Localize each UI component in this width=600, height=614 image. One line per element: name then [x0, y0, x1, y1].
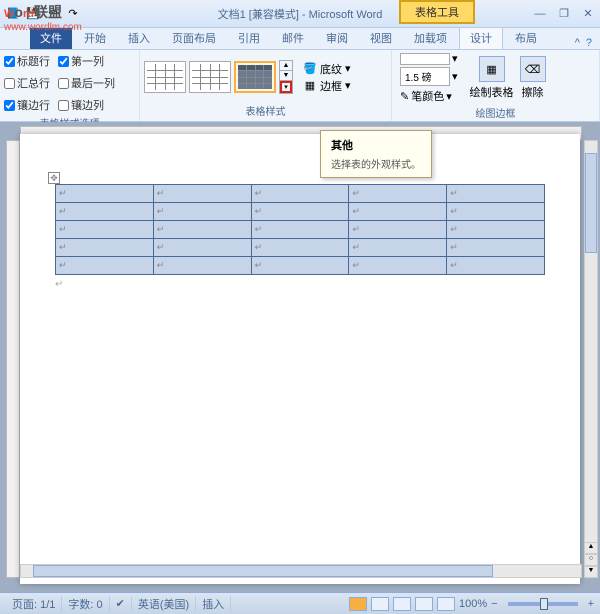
status-insert-mode[interactable]: 插入: [196, 596, 231, 612]
watermark-url: www.wordlm.com: [4, 22, 82, 33]
view-full-screen[interactable]: [371, 597, 389, 611]
document-area: ✥ ↵↵↵↵↵ ↵↵↵↵↵ ↵↵↵↵↵ ↵↵↵↵↵ ↵↵↵↵↵ ↵ ▲ ○ ▼: [0, 122, 600, 592]
tooltip-title: 其他: [331, 137, 421, 153]
ribbon-tabs: 文件 开始 插入 页面布局 引用 邮件 审阅 视图 加载项 设计 布局 ^ ?: [0, 28, 600, 50]
statusbar: 页面: 1/1 字数: 0 ✔ 英语(美国) 插入 100% − +: [0, 592, 600, 614]
ribbon-minimize-icon[interactable]: ^: [575, 37, 580, 49]
table-move-handle[interactable]: ✥: [48, 172, 60, 184]
line-style-select[interactable]: [400, 53, 450, 65]
borders-icon: ▦: [303, 79, 317, 93]
tab-page-layout[interactable]: 页面布局: [162, 27, 226, 49]
chevron-down-icon: ▾: [452, 70, 458, 83]
check-first-col[interactable]: 第一列: [58, 52, 104, 70]
window-title: 文档1 [兼容模式] - Microsoft Word: [218, 6, 383, 22]
chevron-down-icon: ▾: [345, 62, 351, 75]
tab-mailings[interactable]: 邮件: [272, 27, 314, 49]
borders-button[interactable]: ▦边框▾: [303, 78, 351, 94]
check-header-row[interactable]: 标题行: [4, 52, 50, 70]
view-draft[interactable]: [437, 597, 455, 611]
ruler-vertical[interactable]: [6, 140, 20, 578]
status-page[interactable]: 页面: 1/1: [6, 596, 62, 612]
table-row: ↵↵↵↵↵: [56, 221, 545, 239]
view-web-layout[interactable]: [393, 597, 411, 611]
browse-object-icon[interactable]: ○: [584, 554, 598, 566]
zoom-in-icon[interactable]: +: [588, 598, 594, 610]
document-table[interactable]: ↵↵↵↵↵ ↵↵↵↵↵ ↵↵↵↵↵ ↵↵↵↵↵ ↵↵↵↵↵: [55, 184, 545, 275]
chevron-down-icon: ▾: [452, 52, 458, 65]
table-style-3[interactable]: [234, 61, 276, 93]
page[interactable]: ✥ ↵↵↵↵↵ ↵↵↵↵↵ ↵↵↵↵↵ ↵↵↵↵↵ ↵↵↵↵↵ ↵: [20, 134, 580, 584]
ribbon: 标题行 第一列 汇总行 最后一列 镶边行 镶边列 表格样式选项 ▲ ▼: [0, 50, 600, 122]
tab-review[interactable]: 审阅: [316, 27, 358, 49]
scrollbar-vertical[interactable]: [584, 140, 598, 562]
zoom-out-icon[interactable]: −: [491, 598, 497, 610]
table-row: ↵↵↵↵↵: [56, 257, 545, 275]
table-row: ↵↵↵↵↵: [56, 239, 545, 257]
tooltip-desc: 选择表的外观样式。: [331, 156, 421, 171]
draw-table-button[interactable]: ▦绘制表格: [470, 56, 514, 100]
watermark-brand: Word联盟: [4, 2, 82, 22]
close-icon[interactable]: ✕: [580, 7, 596, 21]
table-row: ↵↵↵↵↵: [56, 185, 545, 203]
paragraph-mark: ↵: [55, 279, 545, 290]
table-style-2[interactable]: [189, 61, 231, 93]
zoom-level[interactable]: 100%: [459, 598, 487, 610]
eraser-icon: ⌫: [520, 56, 546, 82]
browse-next-icon[interactable]: ▼: [584, 566, 598, 578]
status-language[interactable]: 英语(美国): [132, 596, 196, 612]
group-table-styles: 表格样式: [144, 102, 387, 119]
table-style-1[interactable]: [144, 61, 186, 93]
tab-layout[interactable]: 布局: [505, 27, 547, 49]
tab-design[interactable]: 设计: [459, 25, 503, 49]
tooltip: 其他 选择表的外观样式。: [320, 130, 432, 178]
table-style-gallery: ▲ ▼ ▾: [144, 60, 293, 94]
status-spellcheck-icon[interactable]: ✔: [110, 597, 132, 610]
tab-addins[interactable]: 加载项: [404, 27, 457, 49]
chevron-down-icon: ▾: [345, 79, 351, 92]
line-weight-select[interactable]: 1.5 磅: [400, 67, 450, 86]
scroll-thumb[interactable]: [585, 153, 597, 253]
paint-bucket-icon: 🪣: [303, 62, 317, 76]
gallery-up-icon[interactable]: ▲: [280, 61, 292, 71]
check-banded-col[interactable]: 镶边列: [58, 96, 104, 114]
shading-button[interactable]: 🪣底纹▾: [303, 61, 351, 77]
zoom-slider[interactable]: [508, 602, 578, 606]
gallery-down-icon[interactable]: ▼: [280, 71, 292, 81]
zoom-thumb[interactable]: [540, 598, 548, 610]
eraser-button[interactable]: ⌫擦除: [520, 56, 546, 100]
restore-icon[interactable]: ❐: [556, 7, 572, 21]
help-icon[interactable]: ?: [586, 37, 592, 49]
titlebar: 📘 💾 ↶ ↷ 文档1 [兼容模式] - Microsoft Word 表格工具…: [0, 0, 600, 28]
tab-references[interactable]: 引用: [228, 27, 270, 49]
group-draw-borders: 绘图边框: [396, 104, 595, 121]
tab-view[interactable]: 视图: [360, 27, 402, 49]
minimize-icon[interactable]: ―: [532, 7, 548, 21]
view-print-layout[interactable]: [349, 597, 367, 611]
view-outline[interactable]: [415, 597, 433, 611]
chevron-down-icon: ▾: [446, 90, 452, 103]
scroll-thumb[interactable]: [33, 565, 493, 577]
pen-color-button[interactable]: ✎笔颜色▾: [400, 88, 458, 104]
tab-insert[interactable]: 插入: [118, 27, 160, 49]
draw-table-icon: ▦: [479, 56, 505, 82]
browse-prev-icon[interactable]: ▲: [584, 542, 598, 554]
gallery-more-button[interactable]: ▾: [280, 81, 292, 93]
table-row: ↵↵↵↵↵: [56, 203, 545, 221]
check-last-col[interactable]: 最后一列: [58, 74, 115, 92]
check-total-row[interactable]: 汇总行: [4, 74, 50, 92]
scrollbar-horizontal[interactable]: [20, 564, 582, 578]
pen-icon: ✎: [400, 90, 409, 103]
status-word-count[interactable]: 字数: 0: [62, 596, 109, 612]
context-tab-table-tools: 表格工具: [399, 0, 475, 24]
check-banded-row[interactable]: 镶边行: [4, 96, 50, 114]
